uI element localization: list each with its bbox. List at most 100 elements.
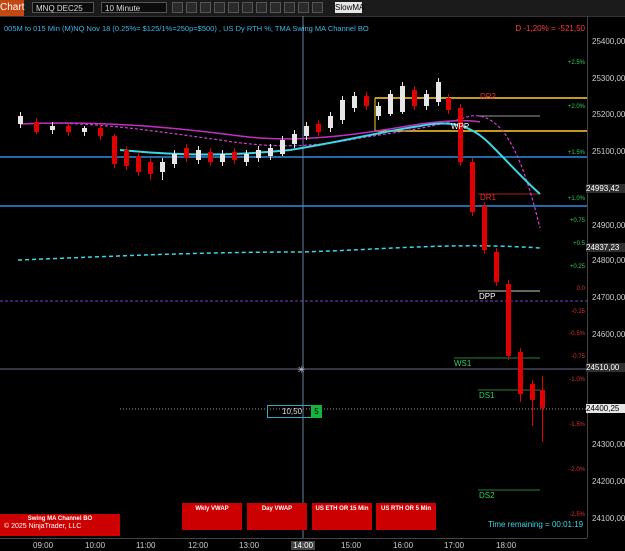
time-tick: 10:00	[85, 541, 106, 550]
time-tick-cursor: 14:00	[291, 541, 316, 550]
candle-body	[436, 82, 441, 102]
draw-tools-button[interactable]	[186, 2, 197, 13]
pivot-ws1: WS1	[454, 359, 472, 368]
us-rth-or-button[interactable]: US RTH OR 5 Min	[376, 503, 436, 530]
price-marker-channel: 24837,23	[586, 243, 625, 252]
candle-body	[340, 100, 345, 120]
bar-style-button[interactable]	[172, 2, 183, 13]
chart-tab[interactable]: Chart	[0, 0, 24, 16]
swing-ma-channel-label: Swing MA Channel BO	[27, 516, 93, 522]
candle-body	[412, 90, 417, 106]
candle-body	[328, 116, 333, 128]
candle-body	[172, 154, 177, 164]
price-tick: 25100,00	[592, 147, 625, 156]
zoom-in-button[interactable]	[256, 2, 267, 13]
slowma-indicator-label[interactable]: SlowMA	[335, 2, 364, 13]
day-vwap-button[interactable]: Day VWAP	[247, 503, 307, 530]
price-tick: 24200,00	[592, 477, 625, 486]
instrument-selector[interactable]: MNQ DEC25	[32, 2, 94, 13]
pivot-ds2: DS2	[479, 491, 495, 500]
time-tick: 16:00	[393, 541, 414, 550]
pivot-dpp: DPP	[479, 292, 496, 301]
chart-trader-button[interactable]	[242, 2, 253, 13]
price-marker-ws1: 24510,00	[586, 363, 625, 372]
pct-label: +2.5%	[567, 60, 585, 66]
pct-label: -1.5%	[569, 422, 585, 428]
candle-body	[518, 352, 523, 394]
pct-label: -1.0%	[569, 377, 585, 383]
bar-time-remaining: Time remaining = 00:01:19	[488, 520, 584, 529]
pct-label: -2.5%	[569, 512, 585, 518]
time-tick: 17:00	[444, 541, 465, 550]
snapshot-button[interactable]	[284, 2, 295, 13]
candle-body	[458, 108, 463, 162]
candle-body	[34, 122, 39, 132]
candle-body	[530, 384, 535, 400]
time-tick: 13:00	[239, 541, 260, 550]
crosshair-button[interactable]	[298, 2, 309, 13]
position-size-badge[interactable]: 5	[311, 405, 322, 418]
candle-body	[304, 126, 309, 136]
chart-title: 005M to 015 Min (M)NQ Nov 18 (0.25%= $12…	[4, 24, 369, 33]
pct-label: +1.5%	[567, 150, 585, 156]
candle-body	[376, 106, 381, 116]
price-tick: 25200,00	[592, 110, 625, 119]
candle-body	[82, 128, 87, 132]
wkly-vwap-button[interactable]: Wkly VWAP	[182, 503, 242, 530]
zoom-out-button[interactable]	[270, 2, 281, 13]
price-marker-last: 24400,25	[586, 404, 625, 413]
templates-button[interactable]	[312, 2, 323, 13]
candle-body	[124, 150, 129, 166]
vwap-channel-line	[17, 245, 541, 261]
pivot-dr2: DR2	[480, 92, 497, 101]
price-tick: 24900,00	[592, 221, 625, 230]
candle-body	[184, 148, 189, 158]
candle-body	[208, 152, 213, 162]
candle-body	[136, 156, 141, 172]
interval-selector[interactable]: 10 Minute	[101, 2, 167, 13]
pct-label: -0.25	[571, 309, 585, 315]
candle-body	[352, 96, 357, 108]
candle-body	[98, 128, 103, 136]
pct-label: +1.0%	[567, 196, 585, 202]
pivot-wpp: WPP	[451, 122, 470, 131]
us-eth-or-button[interactable]: US ETH OR 15 Min	[312, 503, 372, 530]
candle-body	[494, 252, 499, 282]
candle-body	[506, 284, 511, 356]
pct-label: +0.5	[573, 241, 585, 247]
pct-label: +2.0%	[567, 104, 585, 110]
copyright-text: © 2025 NinjaTrader, LLC	[4, 523, 82, 530]
time-tick: 18:00	[496, 541, 517, 550]
pct-label: -0.75	[571, 354, 585, 360]
candle-body	[50, 126, 55, 130]
candle-body	[388, 94, 393, 114]
indicators-button[interactable]	[200, 2, 211, 13]
candle-body	[232, 152, 237, 160]
pct-label: +0.75	[569, 218, 585, 224]
price-tick: 25400,00	[592, 37, 625, 46]
order-quantity-box[interactable]: 10,50	[267, 405, 315, 418]
pct-label: -2.0%	[569, 467, 585, 473]
candle-body	[540, 390, 545, 408]
pct-label: +0.25	[569, 264, 585, 270]
price-tick: 24600,00	[592, 330, 625, 339]
price-axis[interactable]: 25400,00 25300,00 25200,00 25100,00 2499…	[586, 16, 625, 538]
price-marker-teal: 24993,42	[586, 184, 625, 193]
strategies-button[interactable]	[214, 2, 225, 13]
price-tick: 24300,00	[592, 440, 625, 449]
candle-body	[280, 140, 285, 154]
chart-toolbar: Chart MNQ DEC25 10 Minute SlowMA	[0, 0, 625, 17]
pct-label: -0.5%	[569, 331, 585, 337]
price-tick: 25300,00	[592, 74, 625, 83]
candle-body	[316, 124, 321, 132]
candle-body	[18, 116, 23, 124]
time-tick: 11:00	[136, 541, 156, 550]
candle-body	[400, 86, 405, 112]
candle-body	[268, 148, 273, 156]
price-chart[interactable]: ✳	[0, 16, 587, 538]
candle-body	[292, 134, 297, 144]
time-axis[interactable]: 09:00 10:00 11:00 12:00 13:00 14:00 15:0…	[0, 538, 587, 551]
daily-pnl: D -1,20% = -521,50	[515, 24, 585, 33]
candle-body	[196, 150, 201, 160]
properties-button[interactable]	[228, 2, 239, 13]
